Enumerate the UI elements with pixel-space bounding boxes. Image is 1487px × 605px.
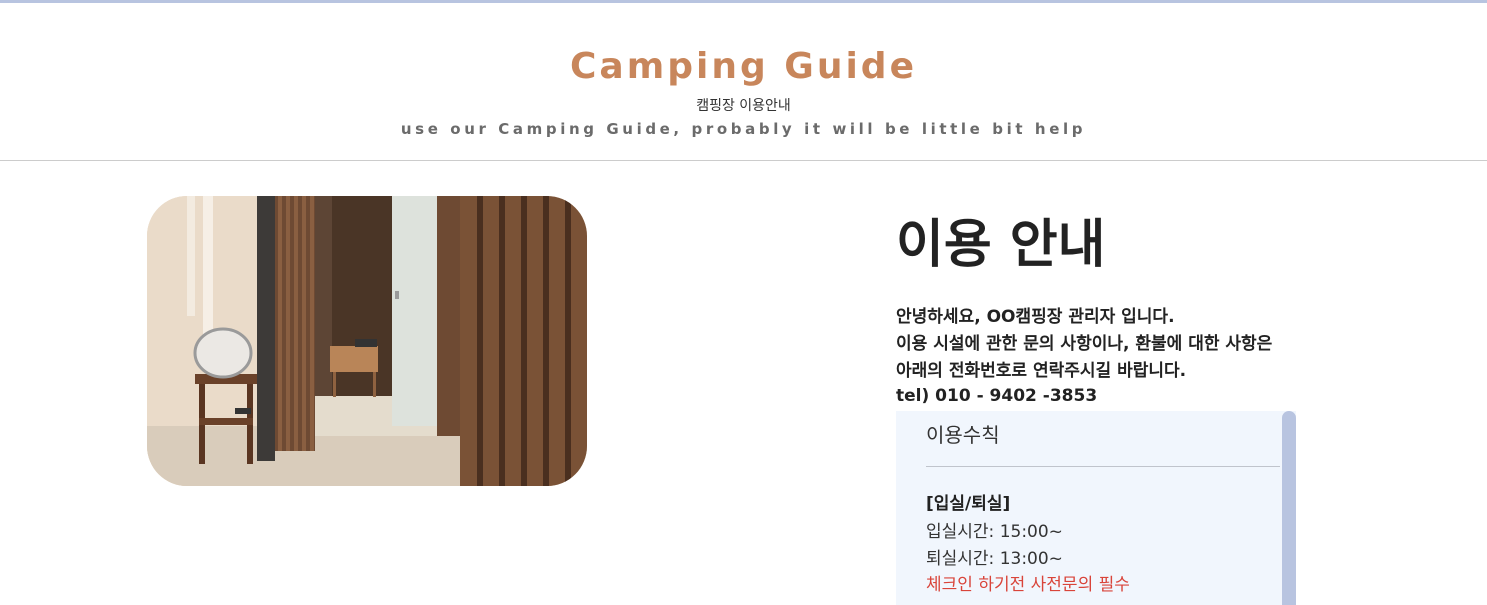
rules-heading: 이용수칙 bbox=[926, 423, 1000, 447]
rules-scrollbar[interactable] bbox=[1282, 411, 1296, 605]
phone-number: tel) 010 - 9402 -3853 bbox=[896, 386, 1098, 406]
room-photo bbox=[147, 196, 587, 486]
english-subtitle: use our Camping Guide, probably it will … bbox=[400, 120, 1087, 138]
greeting-line: 안녕하세요, OO캠핑장 관리자 입니다. bbox=[896, 307, 1175, 327]
korean-subtitle: 캠핑장 이용안내 bbox=[696, 98, 791, 114]
greeting-line: 이용 시설에 관한 문의 사항이나, 환불에 대한 사항은 bbox=[896, 334, 1273, 354]
page-title: Camping Guide bbox=[570, 46, 917, 87]
rules-panel[interactable]: 이용수칙 [입실/퇴실] 입실시간: 15:00~ 퇴실시간: 13:00~ 체… bbox=[896, 411, 1296, 605]
checkout-time: 퇴실시간: 13:00~ bbox=[926, 549, 1063, 569]
checkin-time: 입실시간: 15:00~ bbox=[926, 522, 1063, 542]
info-title: 이용 안내 bbox=[896, 215, 1106, 275]
rules-section-title: [입실/퇴실] bbox=[926, 494, 1011, 514]
rules-divider bbox=[926, 466, 1280, 467]
header-divider bbox=[0, 160, 1487, 161]
greeting-line: 아래의 전화번호로 연락주시길 바랍니다. bbox=[896, 361, 1187, 381]
inquiry-required-note: 체크인 하기전 사전문의 필수 bbox=[926, 575, 1130, 595]
greeting-text: 안녕하세요, OO캠핑장 관리자 입니다. 이용 시설에 관한 문의 사항이나,… bbox=[896, 304, 1272, 385]
page-header: Camping Guide 캠핑장 이용안내 use our Camping G… bbox=[0, 3, 1487, 160]
